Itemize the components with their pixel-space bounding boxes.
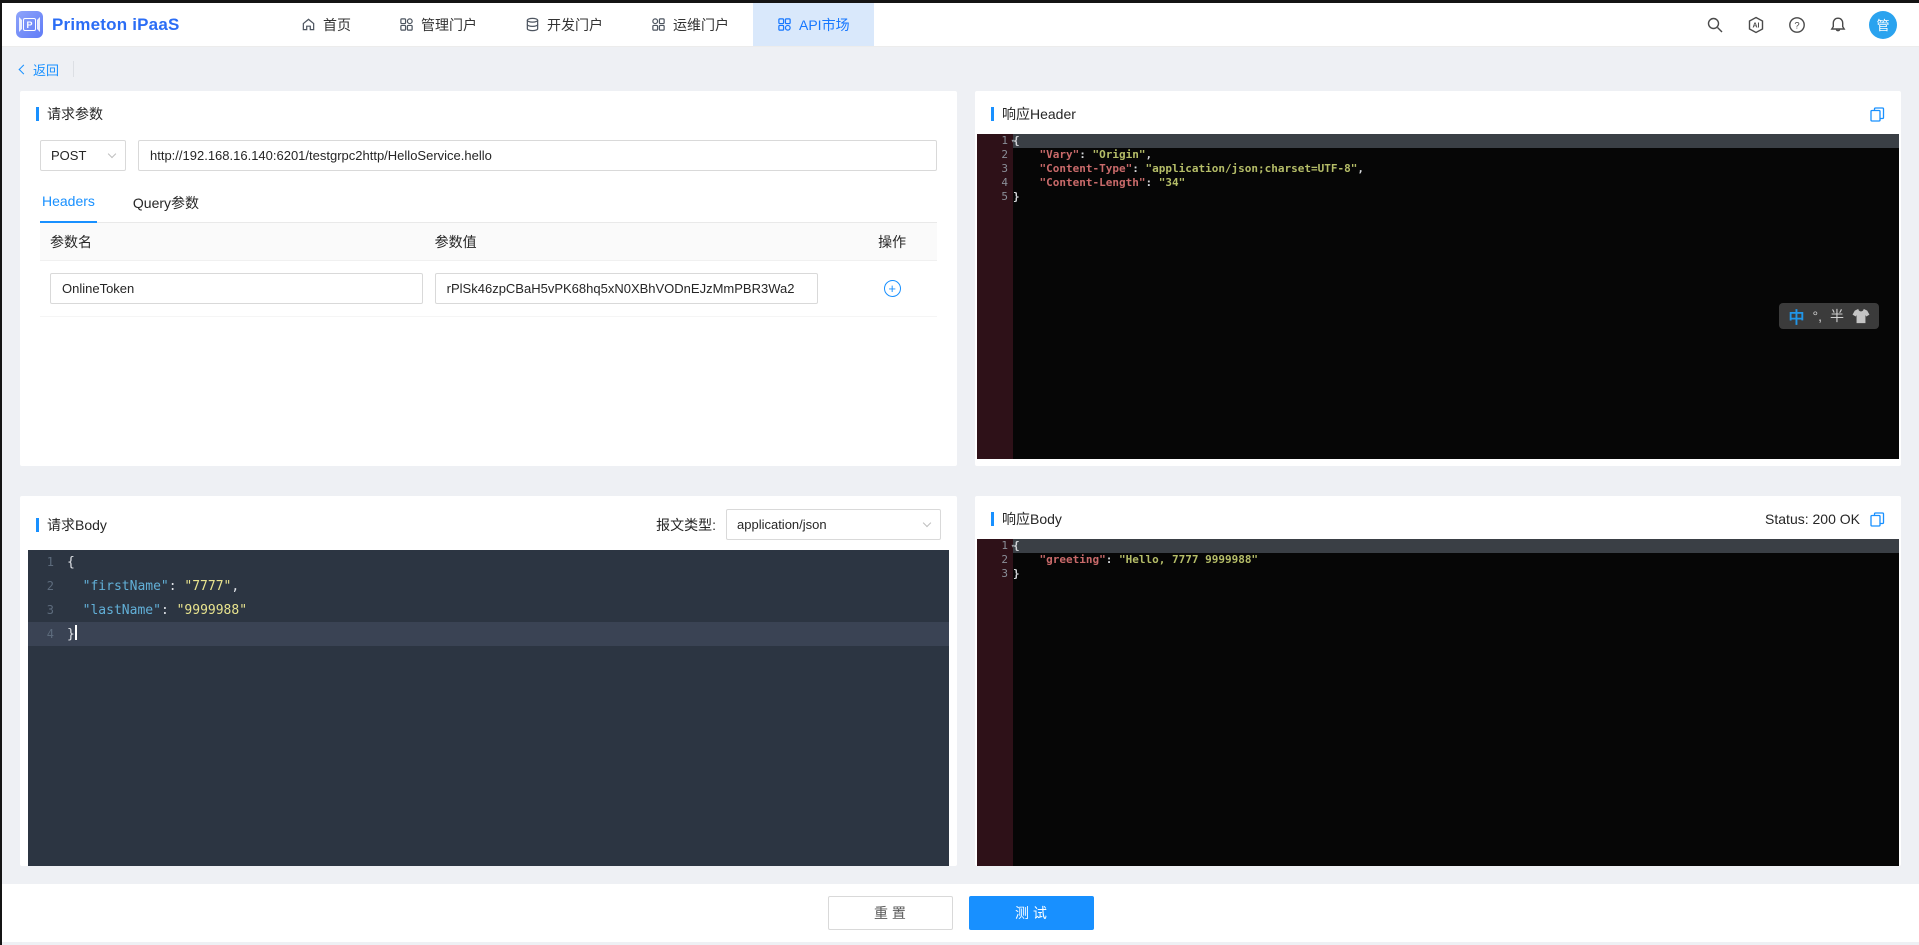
- ime-punctuation-indicator: °,: [1813, 308, 1823, 324]
- action-footer: 重 置 测 试: [2, 884, 1919, 942]
- col-header-action: 操作: [847, 232, 937, 252]
- ime-language-indicator: 中: [1788, 304, 1804, 328]
- chevron-left-icon: [19, 64, 29, 74]
- nav-item-label: 开发门户: [547, 15, 603, 35]
- title-bar-accent: [36, 518, 39, 532]
- request-body-editor[interactable]: 1{2 "firstName": "7777",3 "lastName": "9…: [28, 550, 949, 866]
- param-tabs: Headers Query参数: [40, 187, 937, 223]
- back-label: 返回: [33, 60, 59, 79]
- content-type-value: application/json: [737, 517, 827, 532]
- request-params-panel: 请求参数 POST Headers Query参数 参数名 参数值 操作: [20, 91, 957, 466]
- nav-item-label: 管理门户: [421, 15, 477, 35]
- copy-icon[interactable]: [1870, 512, 1885, 527]
- help-icon[interactable]: ?: [1787, 15, 1807, 35]
- request-body-title: 请求Body: [47, 515, 107, 535]
- param-table-row: +: [40, 261, 937, 317]
- col-header-name: 参数名: [40, 232, 435, 252]
- url-input[interactable]: [138, 140, 937, 171]
- nav-item-home[interactable]: 首页: [277, 3, 375, 46]
- nav-item-api-market[interactable]: API市场: [753, 3, 874, 46]
- svg-text:?: ?: [1794, 20, 1799, 31]
- grid-icon: [777, 17, 792, 32]
- add-param-icon[interactable]: +: [884, 280, 901, 297]
- brand-name: Primeton iPaaS: [52, 15, 180, 35]
- copy-icon[interactable]: [1870, 107, 1885, 122]
- request-params-title: 请求参数: [47, 104, 103, 124]
- response-body-editor[interactable]: 1▾23{ "greeting": "Hello, 7777 9999988"}: [977, 539, 1899, 866]
- content-type-select[interactable]: application/json: [726, 509, 941, 540]
- nav-item-label: API市场: [799, 15, 850, 35]
- app-logo-icon: P: [16, 11, 43, 38]
- grid-icon: [399, 17, 414, 32]
- response-header-title: 响应Header: [1002, 104, 1076, 124]
- top-navbar: P Primeton iPaaS 首页 管理门户 开发门户 运维门户 API市场: [2, 3, 1919, 47]
- nav-item-label: 首页: [323, 15, 351, 35]
- title-bar-accent: [36, 107, 39, 121]
- back-button[interactable]: 返回: [20, 60, 59, 79]
- response-header-panel: 响应Header 1▾2345{ "Vary": "Origin", "Cont…: [975, 91, 1901, 466]
- tab-query-params[interactable]: Query参数: [131, 187, 201, 222]
- stack-icon: [525, 17, 540, 32]
- response-header-editor[interactable]: 1▾2345{ "Vary": "Origin", "Content-Type"…: [977, 134, 1899, 459]
- method-select[interactable]: POST: [40, 140, 126, 171]
- response-body-panel: 响应Body Status: 200 OK 1▾23{ "greeting": …: [975, 496, 1901, 866]
- ime-width-indicator: 半: [1830, 306, 1844, 326]
- title-bar-accent: [991, 512, 994, 526]
- param-value-input[interactable]: [435, 273, 819, 304]
- tab-headers[interactable]: Headers: [40, 187, 97, 222]
- nav-item-label: 运维门户: [673, 15, 729, 35]
- param-table-header: 参数名 参数值 操作: [40, 223, 937, 261]
- param-name-input[interactable]: [50, 273, 423, 304]
- method-value: POST: [51, 148, 86, 163]
- nav-item-dev-portal[interactable]: 开发门户: [501, 3, 627, 46]
- nav-item-admin-portal[interactable]: 管理门户: [375, 3, 501, 46]
- request-body-panel: 请求Body 报文类型: application/json 1{2 "first…: [20, 496, 957, 866]
- content-type-label: 报文类型:: [656, 515, 716, 535]
- search-icon[interactable]: [1705, 15, 1725, 35]
- divider: [73, 61, 74, 77]
- chevron-down-icon: [923, 519, 931, 527]
- response-body-title: 响应Body: [1002, 509, 1062, 529]
- status-badge: Status: 200 OK: [1765, 511, 1860, 527]
- ime-skin-icon: [1852, 308, 1870, 324]
- ai-assistant-icon[interactable]: AI: [1746, 15, 1766, 35]
- bell-icon[interactable]: [1828, 15, 1848, 35]
- user-avatar[interactable]: 管: [1869, 11, 1897, 39]
- col-header-value: 参数值: [435, 232, 848, 252]
- nav-item-ops-portal[interactable]: 运维门户: [627, 3, 753, 46]
- navbar-actions: AI ? 管: [1705, 3, 1919, 46]
- test-button[interactable]: 测 试: [969, 896, 1094, 930]
- ime-status-bar[interactable]: 中 °, 半: [1779, 303, 1879, 329]
- svg-text:AI: AI: [1753, 22, 1760, 29]
- breadcrumb-row: 返回: [2, 47, 1919, 91]
- nav-menu: 首页 管理门户 开发门户 运维门户 API市场: [277, 3, 874, 46]
- title-bar-accent: [991, 107, 994, 121]
- reset-button[interactable]: 重 置: [828, 896, 953, 930]
- home-icon: [301, 17, 316, 32]
- grid-icon: [651, 17, 666, 32]
- brand: P Primeton iPaaS: [2, 3, 232, 46]
- chevron-down-icon: [108, 150, 116, 158]
